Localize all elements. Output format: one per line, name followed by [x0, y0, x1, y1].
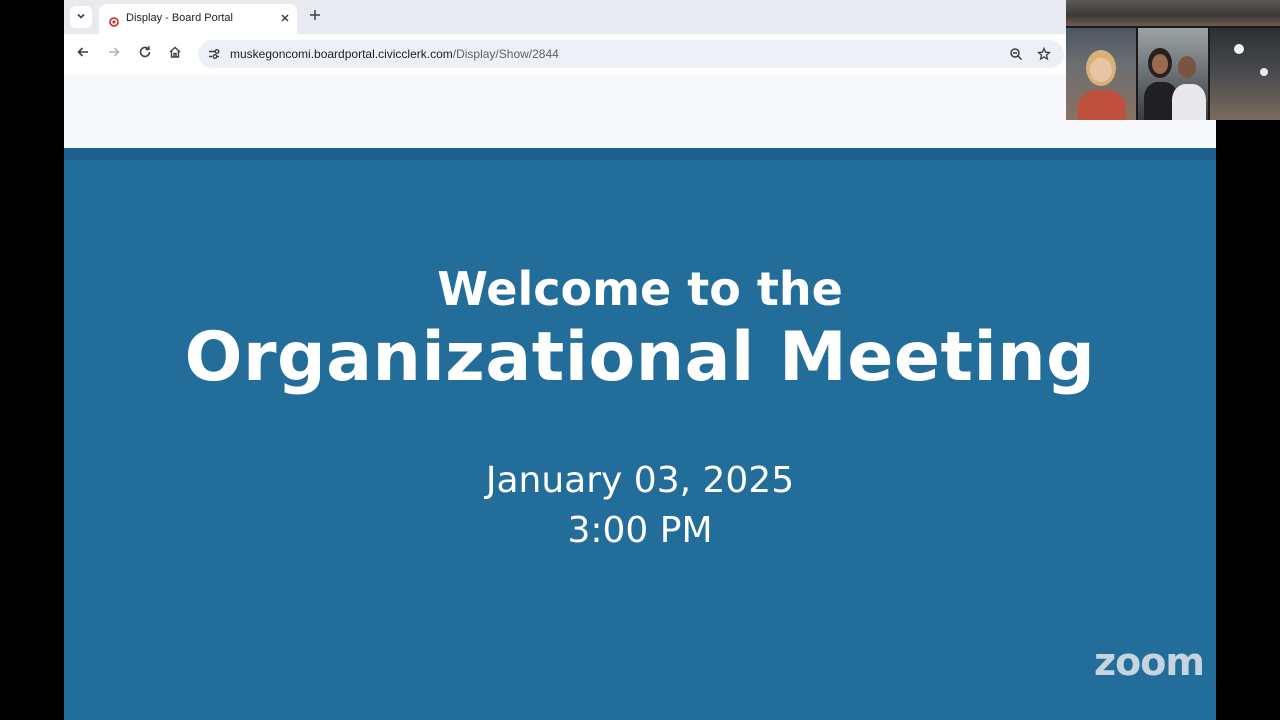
video-tile-room[interactable] [1066, 0, 1280, 26]
zoom-logo: zoom [1094, 640, 1232, 688]
shared-screen: Display - Board Portal muskegoncomi.boar… [64, 0, 1216, 720]
chevron-down-icon [76, 8, 86, 26]
home-icon [168, 45, 182, 64]
star-icon[interactable] [1036, 46, 1052, 62]
meeting-slide: Welcome to the Organizational Meeting Ja… [64, 148, 1216, 720]
video-tile-participant[interactable] [1066, 28, 1136, 120]
meeting-title: Organizational Meeting [184, 318, 1096, 397]
new-tab-button[interactable] [306, 8, 324, 26]
video-tile-participant[interactable] [1210, 28, 1280, 120]
tab-search-button[interactable] [70, 6, 92, 28]
plus-icon [309, 8, 321, 26]
meeting-date: January 03, 2025 [485, 460, 795, 501]
video-thumbnails[interactable] [1066, 0, 1280, 120]
tune-icon[interactable] [206, 46, 222, 62]
zoom-logo-text: zoom [1094, 640, 1205, 684]
close-icon[interactable] [277, 10, 293, 26]
url-path: /Display/Show/2844 [452, 47, 559, 61]
forward-button[interactable] [103, 43, 125, 65]
address-bar[interactable]: muskegoncomi.boardportal.civicclerk.com/… [198, 40, 1064, 68]
reload-button[interactable] [134, 43, 156, 65]
browser-tab-strip: Display - Board Portal [64, 0, 1216, 34]
back-button[interactable] [72, 43, 94, 65]
arrow-left-icon [76, 45, 90, 64]
reload-icon [138, 45, 152, 64]
browser-tab[interactable]: Display - Board Portal [99, 4, 297, 34]
arrow-right-icon [107, 45, 121, 64]
civicclerk-favicon-icon [109, 14, 119, 27]
url-text: muskegoncomi.boardportal.civicclerk.com/… [230, 47, 559, 61]
tab-title: Display - Board Portal [126, 12, 233, 24]
welcome-text: Welcome to the [437, 262, 843, 316]
browser-toolbar: muskegoncomi.boardportal.civicclerk.com/… [64, 34, 1216, 74]
magnifier-icon[interactable] [1008, 46, 1024, 62]
meeting-time: 3:00 PM [567, 510, 713, 551]
video-tile-participant[interactable] [1138, 28, 1208, 120]
portal-header [64, 74, 1216, 148]
home-button[interactable] [164, 43, 186, 65]
url-domain: muskegoncomi.boardportal.civicclerk.com [230, 47, 453, 61]
